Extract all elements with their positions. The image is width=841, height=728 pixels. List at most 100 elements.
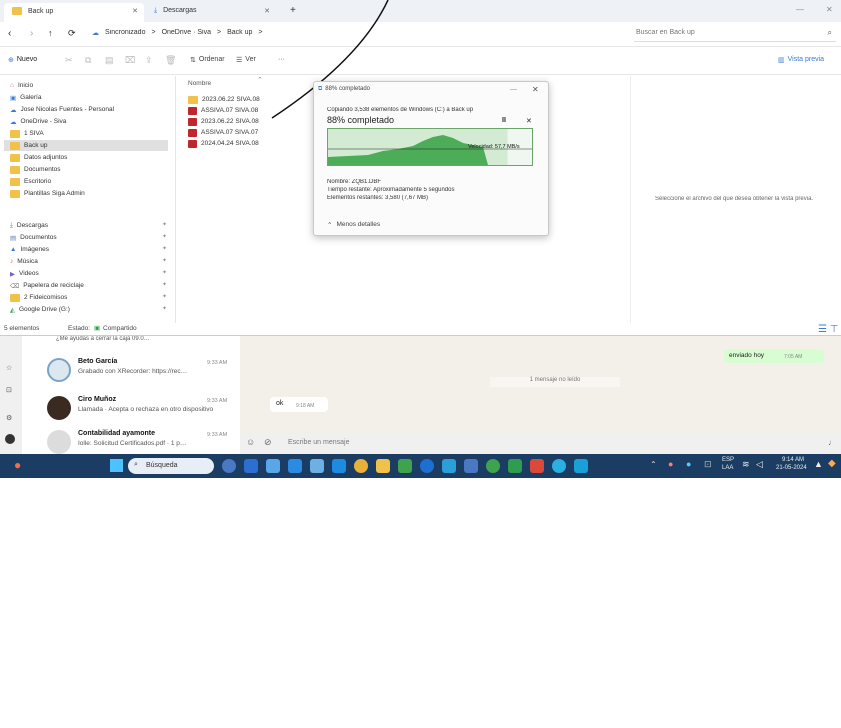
- app-icon[interactable]: [574, 459, 588, 473]
- nav-item-documentos[interactable]: ▤ Documentos: [10, 232, 57, 243]
- pin-icon[interactable]: ✦: [162, 257, 167, 264]
- nav-item-musica[interactable]: ♪ Música: [10, 256, 38, 267]
- file-explorer-taskbar-icon[interactable]: [376, 459, 390, 473]
- file-row[interactable]: ASSIVA.07 SIVA.08: [188, 105, 258, 116]
- volume-icon[interactable]: ◁: [756, 459, 763, 470]
- mic-icon[interactable]: ♩: [828, 438, 836, 447]
- pin-icon[interactable]: ✦: [162, 233, 167, 240]
- nav-item-google-drive[interactable]: ◭ Google Drive (G:): [10, 304, 70, 315]
- chevron-up-icon[interactable]: ⌃: [650, 460, 657, 469]
- nav-item-fideicomisos[interactable]: 2 Fideicomisos: [10, 292, 67, 303]
- file-row[interactable]: ASSIVA.07 SIVA.07: [188, 127, 258, 138]
- app-icon[interactable]: [442, 459, 456, 473]
- nav-item-galeria[interactable]: ▣ Galería: [10, 92, 41, 103]
- previous-chat-preview[interactable]: ¿Me ayudas a cerrar la caja 09.0…: [56, 336, 216, 342]
- tray-icon[interactable]: ●: [668, 459, 673, 469]
- pin-icon[interactable]: ✦: [162, 221, 167, 228]
- app-icon[interactable]: [464, 459, 478, 473]
- received-message-bubble[interactable]: ok 9:18 AM: [270, 397, 328, 412]
- paste-icon[interactable]: ▤: [105, 55, 114, 66]
- app-icon[interactable]: [552, 459, 566, 473]
- app-icon[interactable]: [310, 459, 324, 473]
- breadcrumb-item[interactable]: Back up: [227, 29, 252, 37]
- app-icon[interactable]: [332, 459, 346, 473]
- notification-icon[interactable]: ▲: [814, 459, 823, 469]
- app-icon[interactable]: [420, 459, 434, 473]
- nav-item-inicio[interactable]: ⌂ Inicio: [10, 80, 33, 91]
- app-icon[interactable]: [266, 459, 280, 473]
- pin-icon[interactable]: ✦: [162, 293, 167, 300]
- new-button[interactable]: ⊕ Nuevo: [8, 56, 37, 64]
- delete-icon[interactable]: 🗑: [165, 55, 176, 66]
- tab-descargas[interactable]: ⤓ Descargas ✕: [146, 3, 276, 22]
- start-icon[interactable]: [110, 459, 123, 472]
- cut-icon[interactable]: ✂: [65, 55, 73, 66]
- pause-button[interactable]: II: [502, 117, 506, 124]
- nav-item-descargas[interactable]: ⤓ Descargas: [10, 220, 48, 231]
- breadcrumb-item[interactable]: Sincronizado: [105, 29, 145, 37]
- breadcrumb-item[interactable]: OneDrive · Siva: [162, 29, 211, 37]
- forward-button[interactable]: ›: [30, 28, 33, 39]
- widgets-icon[interactable]: ●: [14, 458, 21, 472]
- nav-item-imagenes[interactable]: ▲ Imágenes: [10, 244, 49, 255]
- rename-icon[interactable]: ⌧: [125, 55, 135, 66]
- minimize-dialog-button[interactable]: —: [510, 86, 517, 93]
- chat-item-contabilidad[interactable]: Contabilidad ayamonte Iolle: Solicitud C…: [22, 428, 240, 454]
- view-toggle-icon[interactable]: ☰ ⊤: [818, 324, 838, 335]
- close-tab-icon[interactable]: ✕: [132, 7, 138, 15]
- tray-icon[interactable]: ●: [686, 459, 691, 469]
- nav-item-datos-adjuntos[interactable]: Datos adjuntos: [10, 152, 67, 163]
- language-code[interactable]: ESP: [722, 457, 734, 463]
- copilot-icon[interactable]: ◆: [828, 458, 836, 469]
- app-icon[interactable]: [508, 459, 522, 473]
- chat-item-beto[interactable]: Beto García Grabado con XRecorder: https…: [22, 352, 240, 388]
- emoji-icon[interactable]: ☺: [246, 437, 255, 447]
- taskbar-search[interactable]: ⌕ Búsqueda: [128, 458, 214, 474]
- sort-button[interactable]: ⇅ Ordenar: [190, 56, 225, 64]
- nav-item-back-up[interactable]: Back up: [4, 140, 168, 151]
- file-row[interactable]: 2023.06.22 SIVA.08: [188, 116, 259, 127]
- file-row[interactable]: 2024.04.24 SIVA.08: [188, 138, 259, 149]
- archive-icon[interactable]: ⊡: [6, 386, 12, 394]
- app-icon[interactable]: [530, 459, 544, 473]
- sent-message-bubble[interactable]: enviado hoy 7:05 AM: [724, 349, 824, 363]
- wifi-icon[interactable]: ≋: [742, 459, 750, 470]
- file-row[interactable]: 2023.06.22 SIVA.08: [188, 94, 260, 105]
- nav-item-onedrive-personal[interactable]: ☁ Jose Nicolas Fuentes - Personal: [10, 104, 114, 115]
- tray-icon[interactable]: ⊡: [704, 459, 712, 470]
- nav-item-plantillas[interactable]: Plantillas Siga Admin: [10, 188, 85, 199]
- app-icon[interactable]: [244, 459, 258, 473]
- nav-item-videos[interactable]: ▶ Videos: [10, 268, 39, 279]
- app-icon[interactable]: [486, 459, 500, 473]
- attach-icon[interactable]: ⊘: [264, 437, 272, 448]
- pin-icon[interactable]: ✦: [162, 281, 167, 288]
- pin-icon[interactable]: ✦: [162, 245, 167, 252]
- up-button[interactable]: ↑: [48, 28, 53, 38]
- tab-back-up[interactable]: Back up ✕: [4, 3, 144, 22]
- nav-item-documentos-od[interactable]: Documentos: [10, 164, 61, 175]
- clock-time[interactable]: 9:14 AM: [782, 457, 804, 463]
- star-icon[interactable]: ☆: [6, 364, 12, 372]
- app-icon[interactable]: [222, 459, 236, 473]
- refresh-button[interactable]: ⟳: [68, 28, 76, 39]
- less-details-button[interactable]: ⌃ Menos detalles: [327, 221, 380, 229]
- settings-icon[interactable]: ⚙: [6, 414, 12, 422]
- close-window-button[interactable]: ✕: [826, 5, 833, 14]
- chat-item-ciro[interactable]: Ciro Muñoz Llamada · Acepta o rechaza en…: [22, 390, 240, 426]
- app-icon[interactable]: [288, 459, 302, 473]
- back-button[interactable]: ‹: [8, 28, 11, 39]
- nav-item-papelera[interactable]: ⌫ Papelera de reciclaje: [10, 280, 84, 291]
- nav-item-1-siva[interactable]: 1 SIVA: [10, 128, 44, 139]
- details-pane-button[interactable]: ▥ Vista previa: [778, 56, 824, 64]
- avatar-icon[interactable]: [5, 434, 15, 444]
- copy-icon[interactable]: ⧉: [85, 55, 91, 66]
- view-button[interactable]: ☰ Ver: [236, 56, 256, 64]
- app-icon[interactable]: [354, 459, 368, 473]
- minimize-button[interactable]: —: [796, 5, 804, 14]
- pin-icon[interactable]: ✦: [162, 305, 167, 312]
- chat-item[interactable]: [22, 690, 240, 728]
- nav-item-onedrive-siva[interactable]: ☁ OneDrive - Siva: [10, 116, 66, 127]
- share-icon[interactable]: ⇪: [145, 55, 153, 66]
- nav-item-escritorio[interactable]: Escritorio: [10, 176, 51, 187]
- cancel-copy-button[interactable]: ✕: [526, 117, 532, 125]
